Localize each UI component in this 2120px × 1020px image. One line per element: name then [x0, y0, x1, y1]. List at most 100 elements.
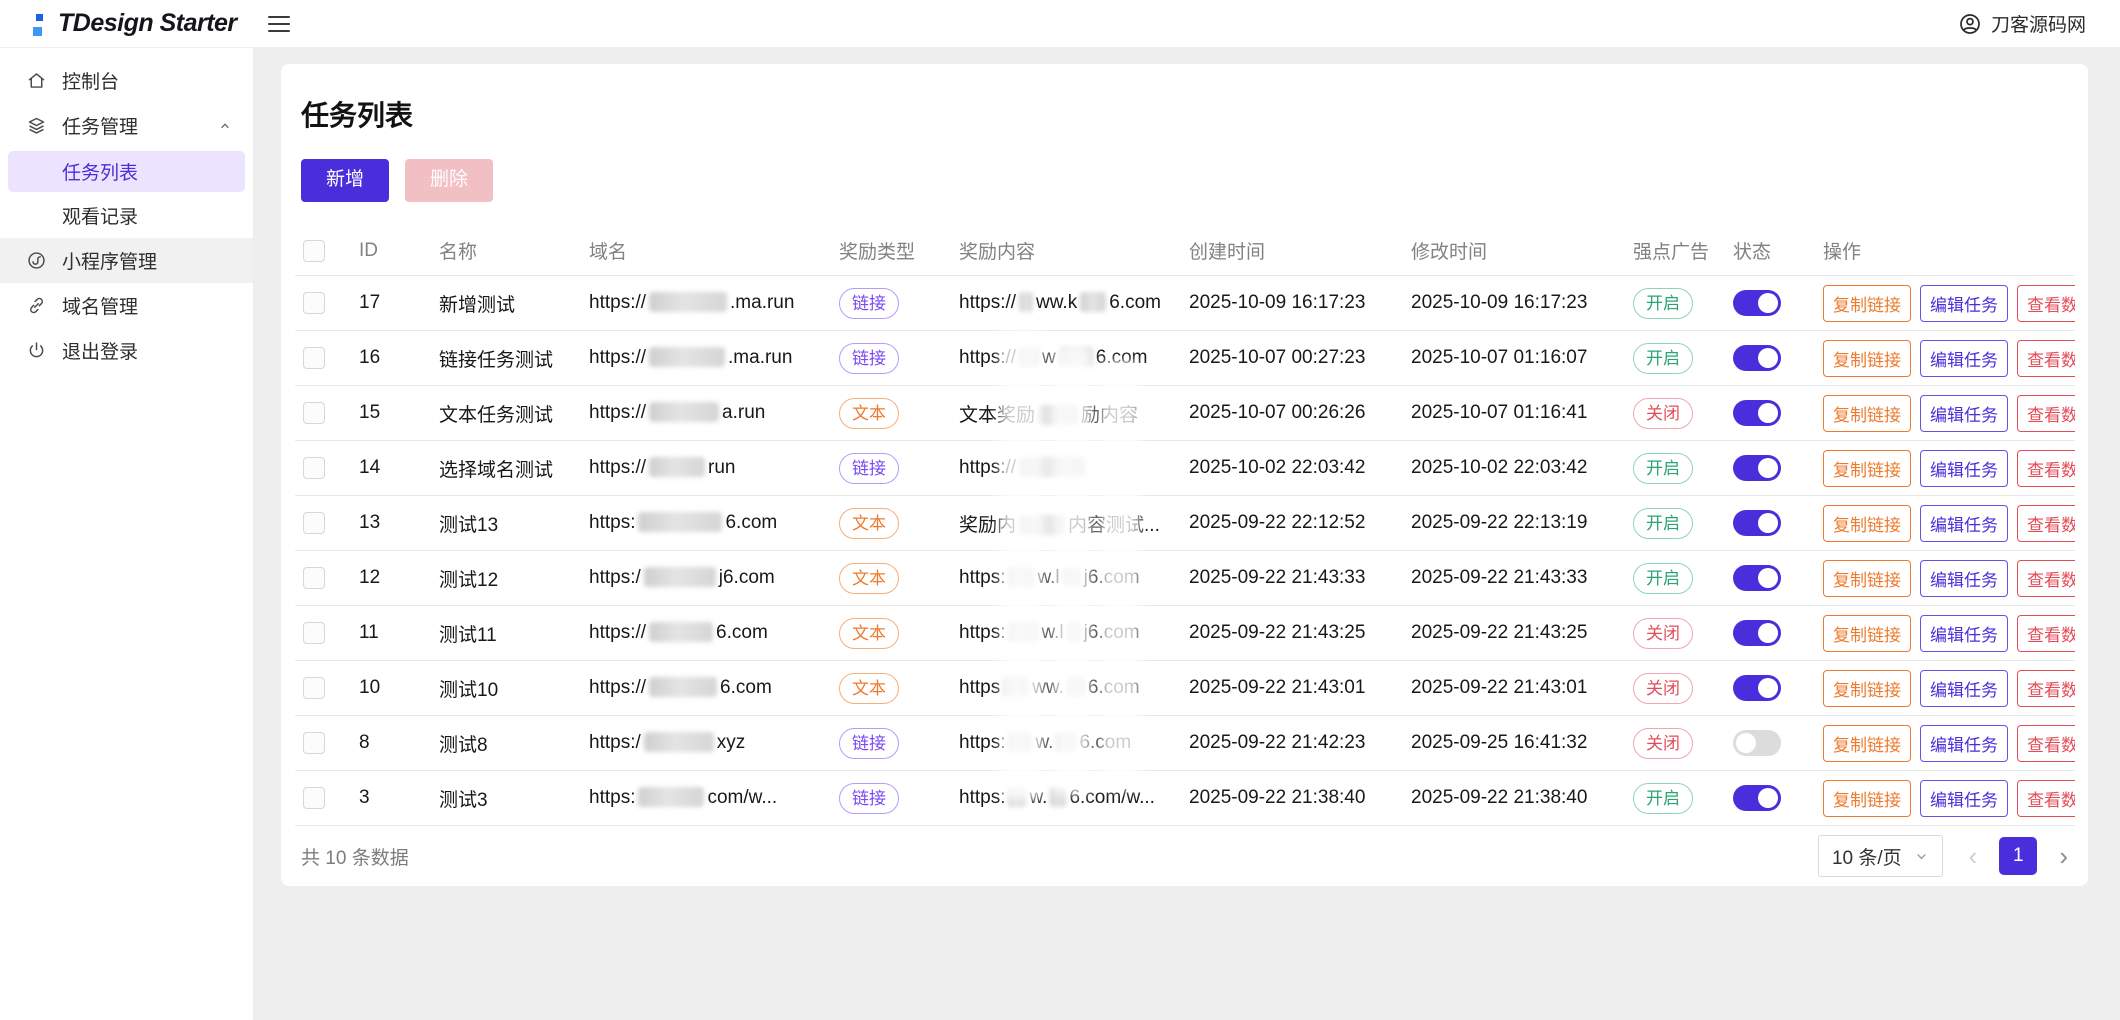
ad-status-tag: 关闭: [1633, 398, 1693, 429]
edit-task-button[interactable]: 编辑任务: [1920, 505, 2008, 542]
sidebar-item-watch-records[interactable]: 观看记录: [0, 195, 253, 236]
sidebar-item-logout[interactable]: 退出登录: [0, 328, 253, 373]
status-toggle[interactable]: [1733, 565, 1781, 591]
copy-link-button[interactable]: 复制链接: [1823, 725, 1911, 762]
row-checkbox[interactable]: [303, 457, 325, 479]
status-toggle[interactable]: [1733, 620, 1781, 646]
status-toggle[interactable]: [1733, 455, 1781, 481]
edit-task-button[interactable]: 编辑任务: [1920, 615, 2008, 652]
view-data-button[interactable]: 查看数据: [2017, 340, 2075, 377]
row-select-cell: [295, 606, 351, 661]
chevron-up-icon: [217, 118, 233, 134]
copy-link-button[interactable]: 复制链接: [1823, 505, 1911, 542]
row-reward-type: 链接: [831, 716, 951, 771]
edit-task-button[interactable]: 编辑任务: [1920, 395, 2008, 432]
table-footer: 共 10 条数据 10 条/页 ‹ 1 ›: [295, 826, 2074, 886]
current-page-button[interactable]: 1: [1999, 837, 2037, 875]
edit-task-button[interactable]: 编辑任务: [1920, 560, 2008, 597]
redacted-text: [649, 622, 713, 642]
edit-task-button[interactable]: 编辑任务: [1920, 780, 2008, 817]
row-created-time: 2025-09-22 21:43:25: [1181, 606, 1403, 661]
row-switch-cell: [1725, 661, 1815, 716]
copy-link-button[interactable]: 复制链接: [1823, 285, 1911, 322]
status-toggle[interactable]: [1733, 290, 1781, 316]
view-data-button[interactable]: 查看数据: [2017, 450, 2075, 487]
status-toggle[interactable]: [1733, 675, 1781, 701]
row-select-cell: [295, 771, 351, 826]
toggle-knob: [1758, 788, 1778, 808]
view-data-button[interactable]: 查看数据: [2017, 670, 2075, 707]
copy-link-button[interactable]: 复制链接: [1823, 780, 1911, 817]
sidebar-item-domain-management[interactable]: 域名管理: [0, 283, 253, 328]
view-data-button[interactable]: 查看数据: [2017, 395, 2075, 432]
sidebar: 控制台 任务管理 任务列表 观看记录 小程序管理 域名管理 退出登录: [0, 48, 254, 1020]
menu-collapse-icon[interactable]: [268, 11, 294, 37]
status-toggle[interactable]: [1733, 730, 1781, 756]
redacted-text: [1019, 347, 1039, 367]
add-button[interactable]: 新增: [301, 159, 389, 202]
row-reward-type: 文本: [831, 496, 951, 551]
view-data-button[interactable]: 查看数据: [2017, 285, 2075, 322]
ad-status-tag: 关闭: [1633, 618, 1693, 649]
row-checkbox[interactable]: [303, 292, 325, 314]
page-size-select[interactable]: 10 条/页: [1818, 835, 1943, 877]
row-checkbox[interactable]: [303, 512, 325, 534]
row-checkbox[interactable]: [303, 677, 325, 699]
redacted-text: [1038, 405, 1078, 425]
power-icon: [26, 340, 47, 361]
row-switch-cell: [1725, 386, 1815, 441]
sidebar-item-label: 任务列表: [62, 158, 138, 185]
layers-icon: [26, 115, 47, 136]
miniprogram-icon: [26, 250, 47, 271]
status-toggle[interactable]: [1733, 785, 1781, 811]
row-checkbox[interactable]: [303, 622, 325, 644]
status-toggle[interactable]: [1733, 510, 1781, 536]
copy-link-button[interactable]: 复制链接: [1823, 450, 1911, 487]
username-label: 刀客源码网: [1991, 10, 2086, 37]
edit-task-button[interactable]: 编辑任务: [1920, 725, 2008, 762]
app-logo[interactable]: TDesign Starter: [0, 9, 254, 38]
row-checkbox[interactable]: [303, 732, 325, 754]
chevron-down-icon: [1914, 849, 1929, 864]
status-toggle[interactable]: [1733, 345, 1781, 371]
row-select-cell: [295, 276, 351, 331]
sidebar-item-task-list[interactable]: 任务列表: [8, 151, 245, 192]
copy-link-button[interactable]: 复制链接: [1823, 560, 1911, 597]
status-toggle[interactable]: [1733, 400, 1781, 426]
copy-link-button[interactable]: 复制链接: [1823, 615, 1911, 652]
select-all-checkbox[interactable]: [303, 240, 325, 262]
edit-task-button[interactable]: 编辑任务: [1920, 340, 2008, 377]
row-actions: 复制链接编辑任务查看数据: [1815, 716, 2075, 771]
next-page-button[interactable]: ›: [2059, 843, 2068, 869]
row-checkbox[interactable]: [303, 347, 325, 369]
delete-button[interactable]: 删除: [405, 159, 493, 202]
copy-link-button[interactable]: 复制链接: [1823, 395, 1911, 432]
edit-task-button[interactable]: 编辑任务: [1920, 670, 2008, 707]
edit-task-button[interactable]: 编辑任务: [1920, 450, 2008, 487]
view-data-button[interactable]: 查看数据: [2017, 615, 2075, 652]
view-data-button[interactable]: 查看数据: [2017, 505, 2075, 542]
row-reward-type: 链接: [831, 771, 951, 826]
copy-link-button[interactable]: 复制链接: [1823, 340, 1911, 377]
ad-status-tag: 开启: [1633, 453, 1693, 484]
reward-type-tag: 文本: [839, 673, 899, 704]
row-name: 文本任务测试: [431, 386, 581, 441]
main-content: 任务列表 新增 删除 ID 名称 域名 奖励类型 奖励内容 创建时间: [254, 48, 2120, 1020]
sidebar-item-miniprogram[interactable]: 小程序管理: [0, 238, 253, 283]
row-checkbox[interactable]: [303, 567, 325, 589]
user-menu[interactable]: 刀客源码网: [1958, 10, 2120, 37]
view-data-button[interactable]: 查看数据: [2017, 780, 2075, 817]
view-data-button[interactable]: 查看数据: [2017, 560, 2075, 597]
sidebar-item-task-management[interactable]: 任务管理: [0, 103, 253, 148]
table-row: 16链接任务测试https://.ma.run链接https://w6.com2…: [295, 331, 2075, 386]
sidebar-item-label: 任务管理: [62, 112, 138, 139]
prev-page-button[interactable]: ‹: [1969, 843, 1978, 869]
table-row: 10测试10https://6.com文本httpsww.6.com2025-0…: [295, 661, 2075, 716]
view-data-button[interactable]: 查看数据: [2017, 725, 2075, 762]
row-checkbox[interactable]: [303, 787, 325, 809]
row-checkbox[interactable]: [303, 402, 325, 424]
copy-link-button[interactable]: 复制链接: [1823, 670, 1911, 707]
redacted-text: [649, 677, 717, 697]
edit-task-button[interactable]: 编辑任务: [1920, 285, 2008, 322]
sidebar-item-dashboard[interactable]: 控制台: [0, 58, 253, 103]
